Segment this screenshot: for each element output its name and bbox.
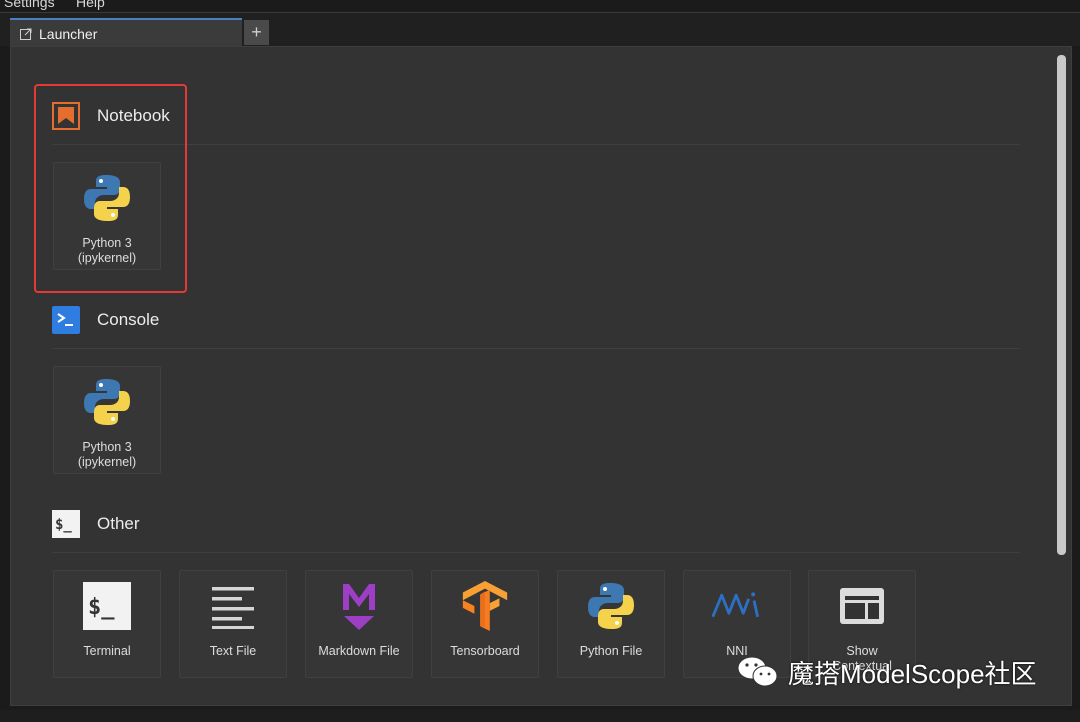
divider [52,552,1020,553]
wechat-icon [737,656,778,687]
tab-bar: Launcher + [0,12,1080,48]
tab-launcher-label: Launcher [39,26,98,42]
card-label: Python 3 [82,440,132,454]
card-label: Terminal [83,644,131,658]
divider [52,144,1020,145]
card-label: Python File [579,644,643,658]
console-python3-card[interactable]: Python 3 (ipykernel) [53,366,161,474]
terminal-card[interactable]: $_ Terminal [53,570,161,678]
section-console-title: Console [97,310,160,329]
other-terminal-icon: $_ [52,510,80,538]
contextual-help-icon [840,588,884,624]
text-file-card[interactable]: Text File [179,570,287,678]
section-other-title: Other [97,514,140,533]
markdown-file-card[interactable]: Markdown File [305,570,413,678]
status-bar [0,710,1080,722]
divider [52,348,1020,349]
svg-text:$_: $_ [55,517,72,533]
launcher-icon [20,28,32,40]
card-label: Markdown File [318,644,400,658]
console-icon [52,306,80,334]
markdown-icon [343,584,375,630]
card-label: Text File [209,644,257,658]
card-label: Tensorboard [450,644,520,658]
tensorboard-card[interactable]: Tensorboard [431,570,539,678]
python-icon [588,583,634,629]
section-console-header: Console [52,306,159,334]
highlight-annotation [34,84,187,293]
watermark-text: 魔搭ModelScope社区 [788,658,1037,689]
terminal-icon: $_ [83,582,131,630]
menu-help[interactable]: Help [76,0,105,10]
watermark: 魔搭ModelScope社区 [736,652,1037,692]
tensorflow-icon [462,580,508,632]
menu-settings[interactable]: Settings [4,0,55,10]
python-file-card[interactable]: Python File [557,570,665,678]
nni-icon [711,592,760,618]
svg-text:$_: $_ [88,595,115,620]
add-tab-button[interactable]: + [244,20,269,45]
card-sublabel: (ipykernel) [77,455,137,469]
tab-launcher[interactable]: Launcher [10,18,242,48]
python-icon [84,379,130,425]
menu-bar: Settings Help [0,0,1080,12]
vertical-scrollbar[interactable] [1057,55,1066,555]
text-file-icon [212,587,254,629]
section-other-header: $_ Other [52,510,140,538]
